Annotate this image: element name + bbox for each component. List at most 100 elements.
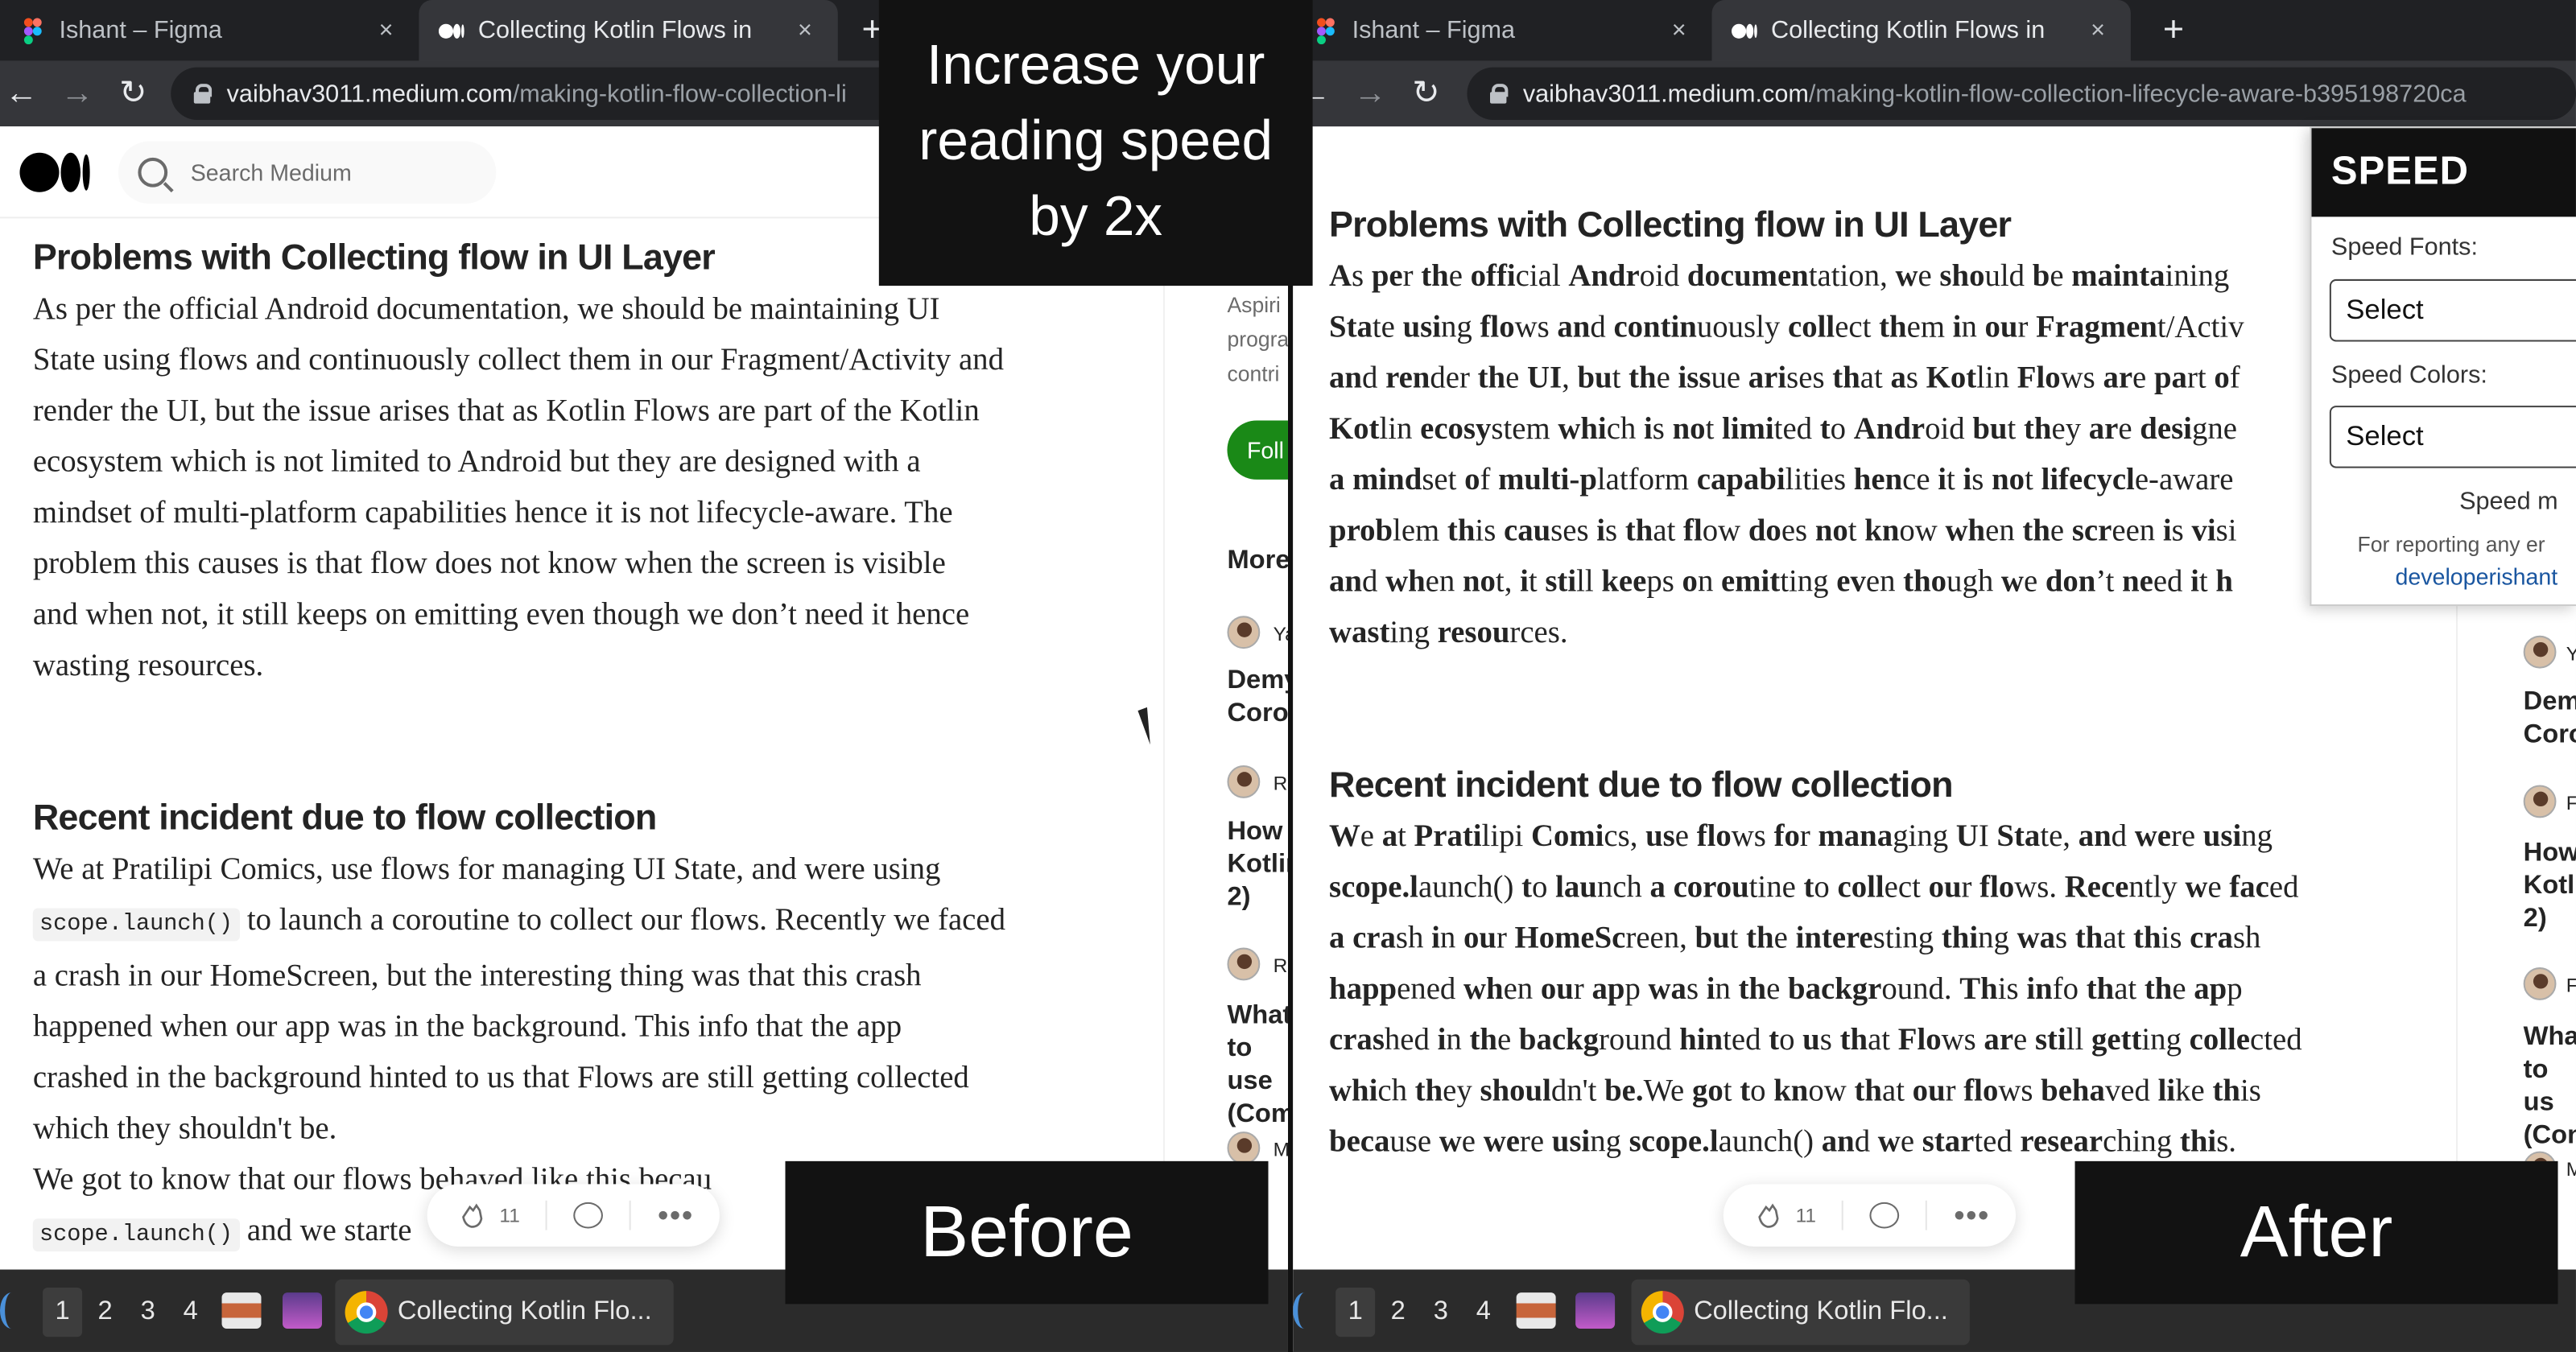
workspace-4[interactable]: 4: [1463, 1288, 1503, 1337]
paragraph-line: which they shouldn't be.We got to know t…: [1329, 1074, 2261, 1109]
banner-line: reading speed: [919, 109, 1274, 173]
tab-figma[interactable]: Ishant – Figma ×: [0, 0, 419, 61]
article-body: Problems with Collecting flow in UI Laye…: [32, 237, 1150, 1261]
paragraph-line: We at Pratilipi Comics, use flows for ma…: [1329, 819, 2273, 855]
speed-fonts-select[interactable]: Select: [2329, 278, 2576, 342]
tab-medium-article[interactable]: Collecting Kotlin Flows in ×: [1711, 0, 2131, 61]
app-launcher-icon[interactable]: [1575, 1292, 1616, 1329]
related-article-title[interactable]: DemCoro: [2524, 686, 2576, 752]
divider: [630, 1200, 632, 1230]
speed-mode-note: Speed m: [2459, 488, 2558, 516]
menu-icon[interactable]: [0, 1292, 23, 1329]
avatar[interactable]: [2523, 785, 2557, 818]
speed-title: SPEED: [2311, 128, 2576, 217]
search-icon: [138, 157, 168, 188]
close-tab-icon[interactable]: ×: [789, 16, 822, 44]
workspace-3[interactable]: 3: [1421, 1288, 1460, 1337]
tab-figma[interactable]: Ishant – Figma ×: [1293, 0, 1711, 61]
figma-icon: [19, 17, 46, 44]
paragraph-line: problem this causes is that flow does no…: [1329, 513, 2237, 549]
file-manager-icon[interactable]: [1516, 1292, 1556, 1329]
section-heading: Recent incident due to flow collection: [1329, 763, 1954, 805]
chrome-icon: [1641, 1291, 1684, 1334]
section-heading: Problems with Collecting flow in UI Laye…: [1329, 204, 2012, 245]
tab-medium-article[interactable]: Collecting Kotlin Flows in ×: [419, 0, 838, 61]
url-domain: vaibhav3011.medium.com: [226, 79, 513, 108]
paragraph-line: scope.launch() to launch a coroutine to …: [32, 895, 1150, 950]
author-name[interactable]: F: [2566, 974, 2576, 997]
close-tab-icon[interactable]: ×: [369, 16, 402, 44]
search-input[interactable]: Search Medium: [118, 141, 497, 204]
related-article-title[interactable]: How tKotlin2): [1227, 816, 1288, 914]
reload-icon[interactable]: ↻: [115, 76, 151, 112]
medium-logo-icon[interactable]: [19, 150, 92, 196]
related-article-title[interactable]: What to use (Com: [1227, 1000, 1288, 1131]
avatar[interactable]: [1227, 947, 1261, 981]
more-from-heading: More: [1227, 546, 1288, 575]
more-options-icon[interactable]: •••: [1954, 1198, 1990, 1233]
avatar[interactable]: [2523, 967, 2557, 1000]
workspace-1[interactable]: 1: [43, 1287, 83, 1338]
lock-icon: [1490, 84, 1509, 104]
author-name[interactable]: Y: [2566, 642, 2576, 666]
taskbar-app-chrome[interactable]: Collecting Kotlin Flo...: [335, 1279, 674, 1346]
workspace-2[interactable]: 2: [85, 1288, 125, 1337]
paragraph-line: State using flows and continuously colle…: [32, 343, 1004, 378]
clap-count: 11: [499, 1203, 520, 1227]
speed-fonts-label: Speed Fonts:: [2330, 233, 2479, 262]
paragraph-line: crashed in the background hinted to us t…: [32, 1061, 969, 1096]
workspace-1[interactable]: 1: [1335, 1287, 1376, 1338]
app-launcher-icon[interactable]: [283, 1292, 322, 1329]
paragraph-line: a mindset of multi-platform capabilities…: [1329, 463, 2234, 498]
figma-icon: [1313, 17, 1340, 44]
speed-colors-select[interactable]: Select: [2329, 406, 2576, 468]
speed-extension-popup: SPEED Speed Fonts: Select Speed Colors: …: [2310, 126, 2576, 607]
author-name[interactable]: M: [1274, 1138, 1288, 1161]
clap-icon[interactable]: [456, 1201, 486, 1230]
forward-arrow-icon[interactable]: →: [59, 76, 95, 112]
clap-bar: 11 •••: [1723, 1184, 2017, 1247]
avatar[interactable]: [2523, 635, 2557, 669]
paragraph-line: mindset of multi-platform capabilities h…: [32, 496, 953, 531]
paragraph-line: because we were using scope.launch() and…: [1329, 1124, 2237, 1160]
comparison-canvas: Ishant – Figma × Collecting Kotlin Flows…: [0, 0, 2576, 1352]
related-article-title[interactable]: How Kotl 2): [2524, 838, 2576, 936]
follow-button[interactable]: Foll: [1227, 420, 1288, 480]
avatar[interactable]: [1227, 1131, 1261, 1164]
author-name[interactable]: Re: [1274, 954, 1288, 978]
related-article-title[interactable]: DemyCorou: [1227, 666, 1288, 732]
bio-line: Aspiri: [1227, 292, 1281, 317]
avatar[interactable]: [1227, 765, 1261, 798]
headline-banner: Increase your reading speed by 2x: [878, 0, 1313, 286]
url-domain: vaibhav3011.medium.com: [1522, 79, 1809, 108]
code-snippet: scope.launch(): [32, 1218, 240, 1252]
file-manager-icon[interactable]: [221, 1292, 262, 1329]
author-name[interactable]: M: [2566, 1158, 2576, 1181]
comment-icon[interactable]: [1870, 1202, 1901, 1229]
back-arrow-icon[interactable]: ←: [3, 76, 39, 112]
workspace-2[interactable]: 2: [1378, 1288, 1418, 1337]
clap-icon[interactable]: [1753, 1201, 1783, 1230]
close-tab-icon[interactable]: ×: [1662, 16, 1695, 44]
author-name[interactable]: Ya: [1274, 622, 1288, 645]
close-tab-icon[interactable]: ×: [2082, 16, 2115, 44]
avatar[interactable]: [1227, 616, 1261, 649]
tab-title: Collecting Kotlin Flows in: [1770, 16, 2046, 45]
new-tab-button[interactable]: +: [2152, 9, 2194, 52]
divider: [546, 1200, 548, 1230]
forward-arrow-icon[interactable]: →: [1352, 76, 1389, 112]
more-options-icon[interactable]: •••: [658, 1198, 694, 1233]
reload-icon[interactable]: ↻: [1408, 76, 1444, 112]
author-name[interactable]: F: [2566, 792, 2576, 815]
developer-contact-link[interactable]: developerishant: [2395, 563, 2557, 590]
workspace-3[interactable]: 3: [128, 1288, 167, 1337]
paragraph-line: render the UI, but the issue arises that…: [32, 394, 980, 429]
menu-icon[interactable]: [1293, 1292, 1316, 1329]
related-article-title[interactable]: Whato us(Con: [2524, 1021, 2576, 1152]
taskbar-app-chrome[interactable]: Collecting Kotlin Flo...: [1631, 1279, 1970, 1346]
author-name[interactable]: Re: [1274, 772, 1288, 795]
address-bar[interactable]: vaibhav3011.medium.com/making-kotlin-flo…: [1467, 67, 2576, 120]
comment-icon[interactable]: [574, 1202, 604, 1229]
workspace-4[interactable]: 4: [171, 1288, 210, 1337]
tab-title: Ishant – Figma: [1352, 16, 1516, 45]
